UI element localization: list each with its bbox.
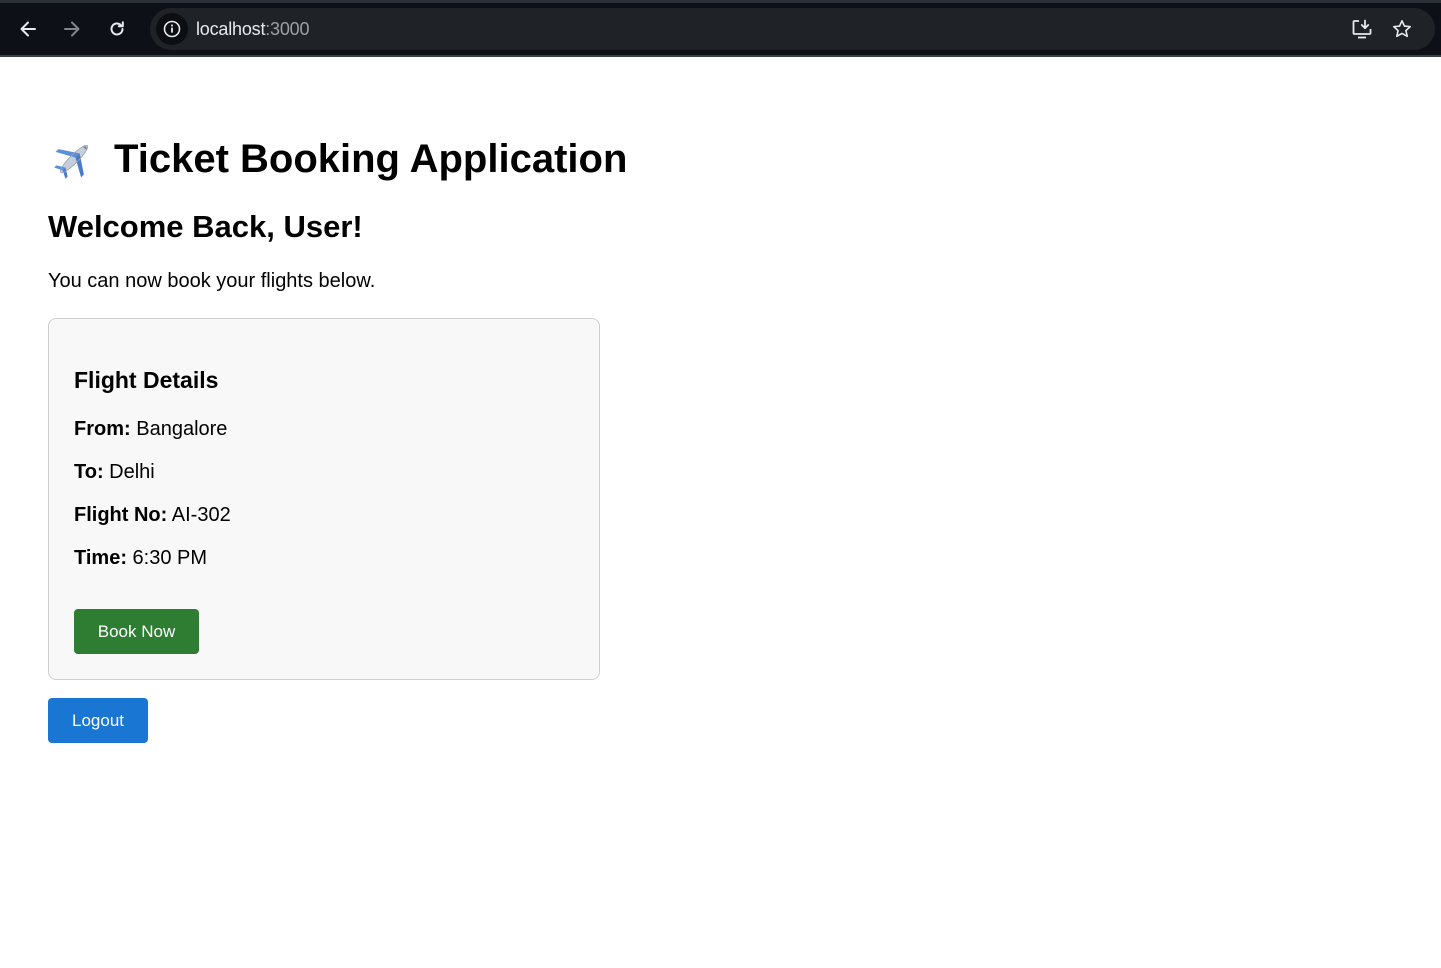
bookmark-star-icon xyxy=(1393,20,1411,38)
reload-button[interactable] xyxy=(99,11,135,47)
time-row: Time: 6:30 PM xyxy=(74,546,207,570)
logout-button[interactable]: Logout xyxy=(48,698,148,743)
forward-button[interactable] xyxy=(54,11,90,47)
site-info-button[interactable] xyxy=(156,13,188,45)
to-label: To: xyxy=(74,461,104,483)
forward-arrow-icon xyxy=(64,21,80,37)
page-title: Ticket Booking Application xyxy=(52,135,627,183)
flight-number-label: Flight No: xyxy=(74,504,168,526)
flight-number-row: Flight No: AI-302 xyxy=(74,503,231,527)
bookmark-button[interactable] xyxy=(1390,17,1414,41)
flight-details-heading: Flight Details xyxy=(74,367,219,393)
airplane-icon xyxy=(54,144,89,179)
install-app-icon xyxy=(1352,19,1372,39)
url-port: :3000 xyxy=(265,19,310,39)
time-value: 6:30 PM xyxy=(132,547,208,569)
page-title-text: Ticket Booking Application xyxy=(114,137,628,181)
url-host: localhost xyxy=(196,19,266,39)
url-text[interactable]: localhost:3000 xyxy=(196,19,309,39)
to-value: Delhi xyxy=(109,461,155,483)
time-label: Time: xyxy=(74,547,127,569)
install-app-button[interactable] xyxy=(1350,17,1374,41)
back-button[interactable] xyxy=(10,11,46,47)
browser-toolbar: localhost:3000 xyxy=(0,0,1441,57)
from-row: From: Bangalore xyxy=(74,417,227,441)
flight-number-value: AI-302 xyxy=(171,504,231,526)
welcome-heading: Welcome Back, User! xyxy=(48,209,363,244)
back-arrow-icon xyxy=(20,21,36,37)
address-bar[interactable]: localhost:3000 xyxy=(150,8,1435,50)
instructions-text: You can now book your flights below. xyxy=(48,270,376,292)
book-now-button[interactable]: Book Now xyxy=(74,609,199,654)
flight-details-card: Flight Details From: Bangalore To: Delhi… xyxy=(48,318,600,680)
from-label: From: xyxy=(74,418,131,440)
from-value: Bangalore xyxy=(136,418,228,440)
reload-icon xyxy=(110,21,124,36)
site-info-icon xyxy=(163,20,181,38)
to-row: To: Delhi xyxy=(74,460,155,484)
